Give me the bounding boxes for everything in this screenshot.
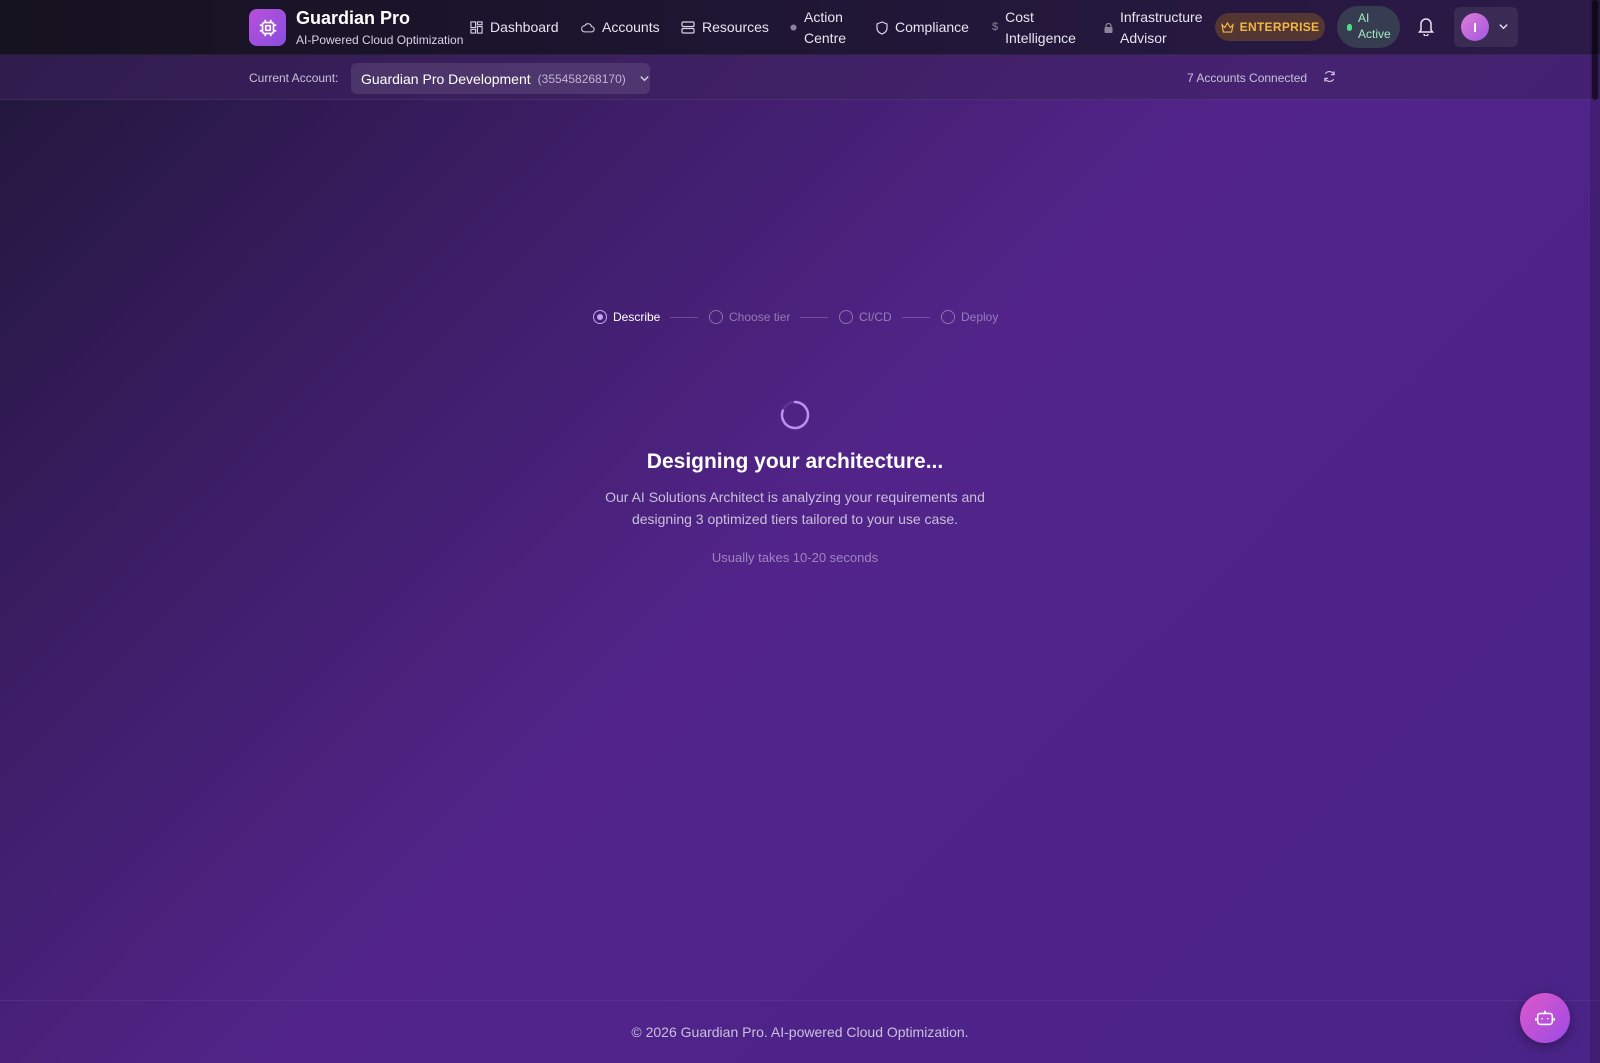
step-connector — [670, 317, 698, 318]
status-dot-icon — [1347, 23, 1352, 31]
loading-duration-hint: Usually takes 10-20 seconds — [711, 550, 879, 565]
brand-subtitle: AI-Powered Cloud Optimization — [296, 33, 464, 47]
ai-status-badge[interactable]: AI Active — [1337, 6, 1400, 48]
page-scrollbar[interactable] — [1590, 0, 1600, 1063]
enterprise-label: ENTERPRISE — [1239, 20, 1320, 34]
loading-heading: Designing your architecture... — [646, 450, 944, 473]
step-label: CI/CD — [859, 310, 892, 324]
step-connector — [902, 317, 930, 318]
dollar-icon: $ — [992, 20, 999, 33]
account-selector[interactable]: Guardian Pro Development (355458268170) — [351, 63, 650, 94]
step-indicator-icon — [593, 310, 607, 324]
nav-item-resources[interactable]: Resources — [681, 0, 769, 55]
loading-spinner-icon — [779, 399, 811, 436]
cloud-icon — [581, 23, 595, 33]
notifications-bell-icon[interactable] — [1417, 16, 1435, 41]
refresh-icon[interactable] — [1323, 70, 1336, 88]
top-navigation-bar: Guardian Pro AI-Powered Cloud Optimizati… — [0, 0, 1600, 55]
dashboard-icon — [470, 21, 483, 34]
footer: © 2026 Guardian Pro. AI-powered Cloud Op… — [0, 1000, 1600, 1063]
wizard-stepper: Describe Choose tier CI/CD Deploy — [0, 307, 1590, 327]
crown-icon — [1220, 21, 1234, 33]
accounts-connected-count: 7 Accounts Connected — [1187, 71, 1308, 85]
shield-icon — [876, 20, 888, 35]
step-label: Choose tier — [729, 310, 791, 324]
step-ci-cd[interactable]: CI/CD — [839, 307, 892, 327]
step-indicator-icon — [941, 310, 955, 324]
step-connector — [800, 317, 828, 318]
chevron-down-icon — [640, 76, 649, 82]
loading-description: Our AI Solutions Architect is analyzing … — [605, 489, 985, 527]
step-indicator-icon — [839, 310, 853, 324]
nav-item-infrastructure-advisor[interactable]: Infrastructure Advisor — [1104, 0, 1206, 55]
dot-icon — [790, 24, 797, 31]
nav-label-action-centre: Action Centre — [804, 9, 847, 46]
logo-chip-icon[interactable] — [249, 9, 286, 46]
nav-label-dashboard: Dashboard — [490, 19, 559, 36]
nav-label-cost-intelligence: Cost Intelligence — [1005, 9, 1076, 46]
user-menu[interactable]: I — [1454, 7, 1518, 47]
nav-label-accounts: Accounts — [602, 19, 660, 36]
step-deploy[interactable]: Deploy — [941, 307, 998, 327]
nav-label-compliance: Compliance — [895, 19, 969, 36]
account-id: (355458268170) — [537, 71, 626, 86]
nav-item-cost-intelligence[interactable]: $ Cost Intelligence — [992, 0, 1082, 55]
server-icon — [681, 21, 695, 34]
footer-copyright: © 2026 Guardian Pro. AI-powered Cloud Op… — [631, 1024, 969, 1040]
nav-label-resources: Resources — [702, 19, 769, 36]
step-label: Deploy — [961, 310, 999, 324]
chevron-down-icon — [1499, 24, 1508, 30]
enterprise-badge: ENTERPRISE — [1215, 13, 1325, 41]
step-indicator-icon — [709, 310, 723, 324]
step-describe[interactable]: Describe — [593, 307, 660, 327]
nav-item-action-centre[interactable]: Action Centre — [790, 0, 860, 55]
step-label: Describe — [613, 310, 661, 324]
current-account-label: Current Account: — [249, 71, 339, 85]
nav-item-compliance[interactable]: Compliance — [876, 0, 969, 55]
nav-label-infrastructure-advisor: Infrastructure Advisor — [1120, 9, 1203, 46]
step-choose-tier[interactable]: Choose tier — [709, 307, 790, 327]
account-bar: Current Account: Guardian Pro Developmen… — [0, 55, 1600, 100]
robot-chat-icon — [1535, 1010, 1555, 1026]
scrollbar-thumb[interactable] — [1592, 0, 1598, 100]
ai-assistant-button[interactable] — [1520, 993, 1570, 1043]
nav-item-accounts[interactable]: Accounts — [581, 0, 660, 55]
ai-status-label: AI Active — [1358, 11, 1391, 41]
account-name: Guardian Pro Development — [361, 70, 531, 87]
brand-title: Guardian Pro — [296, 8, 411, 28]
avatar: I — [1461, 13, 1489, 41]
lock-icon — [1104, 22, 1113, 33]
nav-item-dashboard[interactable]: Dashboard — [470, 0, 559, 55]
